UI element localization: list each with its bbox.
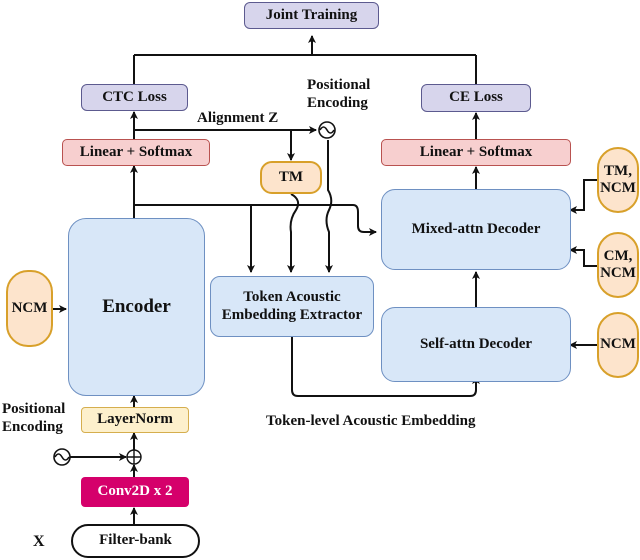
cm-ncm-node: CM, NCM bbox=[597, 232, 639, 298]
self-attn-decoder-label: Self-attn Decoder bbox=[419, 335, 533, 352]
ce-loss-label: CE Loss bbox=[449, 89, 503, 106]
tm-ncm-label-line1: TM, bbox=[604, 162, 632, 179]
input-x-label: X bbox=[33, 533, 45, 550]
ce-loss-node: CE Loss bbox=[421, 84, 531, 112]
cm-ncm-label-line2: NCM bbox=[600, 265, 636, 281]
tm-node: TM bbox=[260, 161, 322, 194]
ncm-decoder-label: NCM bbox=[600, 336, 636, 353]
positional-encoding-top-icon bbox=[318, 121, 336, 139]
linear-softmax-left-label: Linear + Softmax bbox=[79, 143, 193, 160]
extractor-label-line2: Embedding Extractor bbox=[221, 306, 363, 323]
pos-enc-bottom-line1: Positional bbox=[2, 401, 66, 417]
conv2d-node: Conv2D x 2 bbox=[81, 477, 189, 507]
ctc-loss-label: CTC Loss bbox=[102, 88, 167, 105]
joint-training-node: Joint Training bbox=[244, 2, 379, 29]
pos-enc-top-line1: Positional bbox=[307, 77, 371, 93]
pos-enc-top-line2: Encoding bbox=[307, 95, 368, 111]
cm-ncm-label-line1: CM, bbox=[603, 247, 633, 264]
tm-label: TM bbox=[278, 168, 304, 185]
tm-ncm-label-line2: NCM bbox=[600, 180, 636, 196]
filter-bank-label: Filter-bank bbox=[99, 532, 172, 549]
filter-bank-node: Filter-bank bbox=[71, 524, 200, 558]
ncm-decoder-node: NCM bbox=[597, 312, 639, 378]
linear-softmax-right-label: Linear + Softmax bbox=[419, 143, 533, 160]
tm-ncm-arrow bbox=[569, 179, 598, 214]
linear-softmax-right-node: Linear + Softmax bbox=[381, 139, 571, 166]
linear-softmax-left-node: Linear + Softmax bbox=[62, 139, 210, 166]
layernorm-node: LayerNorm bbox=[81, 407, 189, 433]
token-acoustic-embedding-extractor-node: Token Acoustic Embedding Extractor bbox=[210, 276, 374, 337]
encoder-label: Encoder bbox=[102, 296, 171, 318]
joint-training-label: Joint Training bbox=[265, 6, 358, 23]
ncm-encoder-label: NCM bbox=[11, 299, 48, 316]
cm-ncm-arrow bbox=[569, 246, 598, 267]
positional-encoding-top-label: Positional Encoding bbox=[307, 76, 370, 112]
self-attn-decoder-node: Self-attn Decoder bbox=[381, 307, 571, 382]
positional-encoding-bottom-icon bbox=[53, 448, 71, 466]
encoder-node: Encoder bbox=[68, 218, 205, 396]
token-level-embedding-label: Token-level Acoustic Embedding bbox=[266, 413, 476, 429]
extractor-label-line1: Token Acoustic bbox=[243, 289, 341, 306]
layernorm-label: LayerNorm bbox=[97, 411, 173, 428]
ctc-loss-node: CTC Loss bbox=[81, 84, 188, 111]
conv2d-label: Conv2D x 2 bbox=[97, 483, 173, 500]
alignment-z-label: Alignment Z bbox=[197, 110, 279, 126]
positional-encoding-bottom-label: Positional Encoding bbox=[2, 400, 65, 436]
tm-ncm-node: TM, NCM bbox=[597, 147, 639, 213]
mixed-attn-decoder-label: Mixed-attn Decoder bbox=[411, 220, 541, 237]
ncm-encoder-node: NCM bbox=[6, 270, 53, 347]
pos-enc-bottom-line2: Encoding bbox=[2, 419, 63, 435]
mixed-attn-decoder-node: Mixed-attn Decoder bbox=[381, 189, 571, 270]
sum-icon bbox=[126, 449, 142, 465]
